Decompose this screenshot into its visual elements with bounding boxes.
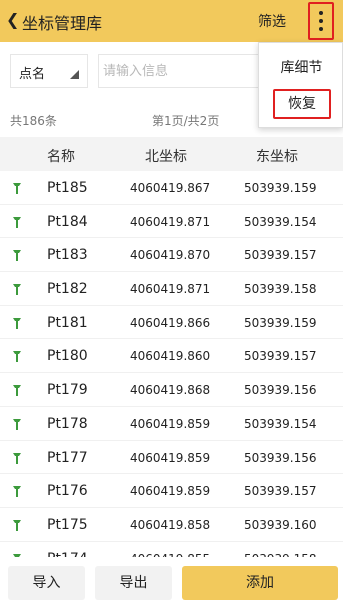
east-coordinate: 503939.160: [244, 517, 317, 532]
add-button[interactable]: 添加: [182, 566, 338, 600]
north-coordinate: 4060419.867: [130, 181, 211, 195]
north-coordinate: 4060419.870: [130, 248, 211, 263]
point-name: Pt175: [47, 516, 88, 533]
point-name: Pt181: [47, 314, 88, 331]
table-row[interactable]: Pt178 4060419.859 503939.154: [0, 406, 343, 441]
north-coordinate: 4060419.859: [130, 450, 211, 465]
dropdown-caret-icon: [70, 70, 79, 79]
north-coordinate: 4060419.868: [130, 383, 211, 398]
map-pin-icon: [13, 385, 21, 397]
coordinate-list[interactable]: Pt185 4060419.867 503939.159 Pt184 4060419.8…: [0, 171, 343, 557]
page-indicator: 第1页/共2页: [152, 114, 220, 128]
point-name: Pt179: [47, 382, 88, 399]
east-coordinate: 503939.157: [244, 248, 317, 263]
map-pin-icon: [13, 216, 21, 228]
map-pin-icon: [13, 317, 21, 329]
east-coordinate: 503939.156: [244, 450, 317, 465]
overflow-menu: 库细节 恢复: [258, 42, 343, 128]
point-name: Pt180: [47, 348, 88, 365]
more-menu-button[interactable]: [308, 2, 334, 40]
map-pin-icon: [13, 284, 21, 296]
search-input[interactable]: [98, 54, 268, 88]
back-chevron-icon[interactable]: ❮: [6, 10, 19, 29]
north-coordinate: 4060419.859: [130, 484, 211, 499]
page-title: 坐标管理库: [22, 14, 103, 33]
import-button[interactable]: 导入: [8, 566, 85, 600]
north-coordinate: 4060419.866: [130, 315, 211, 330]
table-header: 名称 北坐标 东坐标: [0, 137, 343, 171]
east-coordinate: 503939.156: [244, 383, 317, 398]
point-name: Pt184: [47, 213, 88, 230]
point-name: Pt176: [47, 483, 88, 500]
table-row[interactable]: Pt181 4060419.866 503939.159: [0, 305, 343, 340]
table-row[interactable]: Pt179 4060419.868 503939.156: [0, 373, 343, 407]
bottom-bar: 导入 导出 添加: [0, 557, 343, 607]
map-pin-icon: [13, 351, 21, 363]
table-row[interactable]: Pt182 4060419.871 503939.158: [0, 272, 343, 306]
table-row[interactable]: Pt183 4060419.870 503939.157: [0, 238, 343, 273]
more-vertical-icon: [319, 11, 323, 15]
map-pin-icon: [13, 250, 21, 262]
east-coordinate: 503939.158: [244, 282, 317, 297]
column-header-name[interactable]: 名称: [47, 146, 75, 166]
point-name: Pt177: [47, 449, 88, 466]
table-row[interactable]: Pt180 4060419.860 503939.157: [0, 339, 343, 374]
map-pin-icon: [13, 418, 21, 430]
table-row[interactable]: Pt185 4060419.867 503939.159: [0, 171, 343, 205]
east-coordinate: 503939.159: [244, 181, 317, 195]
table-row[interactable]: Pt184 4060419.871 503939.154: [0, 204, 343, 239]
table-row[interactable]: Pt176 4060419.859 503939.157: [0, 474, 343, 508]
point-name: Pt185: [47, 180, 88, 196]
east-coordinate: 503939.154: [244, 416, 317, 431]
north-coordinate: 4060419.860: [130, 349, 211, 364]
search-field-select[interactable]: 点名: [10, 54, 88, 88]
menu-item-library-details[interactable]: 库细节: [259, 57, 343, 77]
column-header-north[interactable]: 北坐标: [145, 146, 187, 166]
north-coordinate: 4060419.858: [130, 517, 211, 532]
map-pin-icon: [13, 452, 21, 464]
search-field-label: 点名: [19, 67, 46, 82]
east-coordinate: 503939.154: [244, 214, 317, 229]
table-row[interactable]: Pt175 4060419.858 503939.160: [0, 507, 343, 542]
point-name: Pt182: [47, 281, 88, 298]
map-pin-icon: [13, 486, 21, 498]
column-header-east[interactable]: 东坐标: [256, 146, 298, 166]
map-pin-icon: [13, 183, 21, 194]
north-coordinate: 4060419.859: [130, 416, 211, 431]
table-row[interactable]: Pt177 4060419.859 503939.156: [0, 440, 343, 475]
filter-button[interactable]: 筛选: [258, 11, 286, 31]
point-name: Pt178: [47, 415, 88, 432]
export-button[interactable]: 导出: [95, 566, 172, 600]
menu-item-restore[interactable]: 恢复: [273, 89, 331, 119]
record-count: 共186条: [10, 114, 57, 128]
north-coordinate: 4060419.871: [130, 214, 211, 229]
top-bar: ❮ 坐标管理库 筛选: [0, 0, 343, 42]
map-pin-icon: [13, 519, 21, 531]
table-row[interactable]: Pt1744060419.855503939.158: [0, 541, 343, 557]
point-name: Pt183: [47, 247, 88, 264]
east-coordinate: 503939.157: [244, 349, 317, 364]
north-coordinate: 4060419.871: [130, 282, 211, 297]
east-coordinate: 503939.157: [244, 484, 317, 499]
east-coordinate: 503939.159: [244, 315, 317, 330]
